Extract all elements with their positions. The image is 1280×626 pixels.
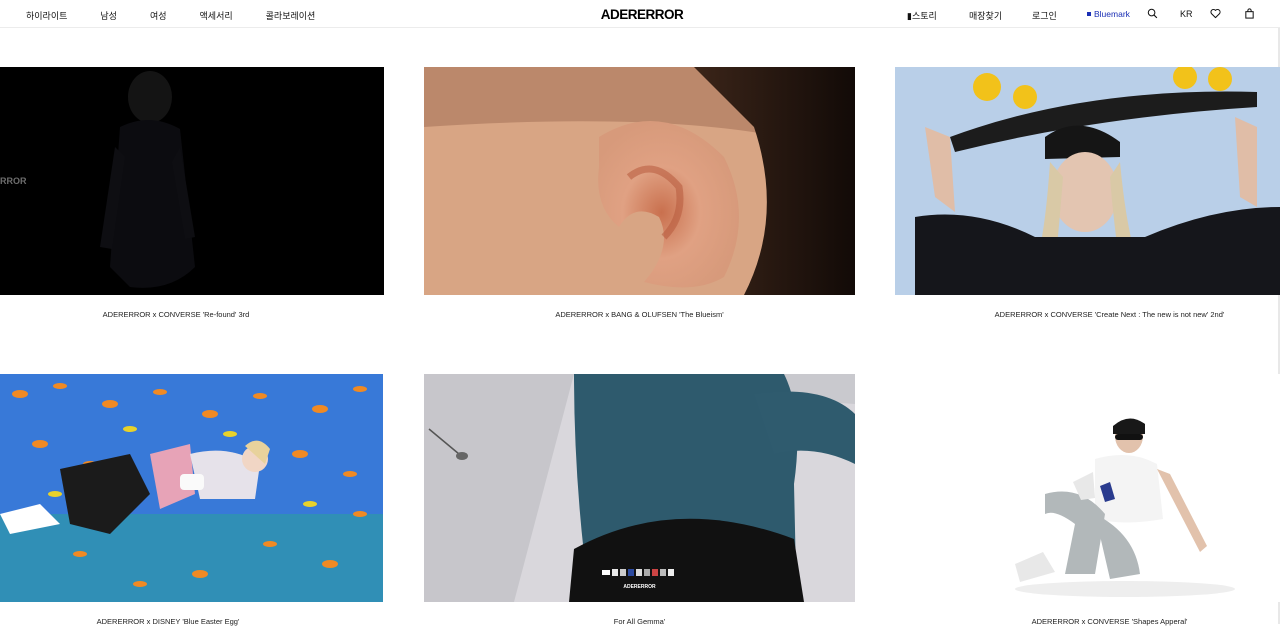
collab-image[interactable] bbox=[895, 67, 1280, 295]
bag-icon[interactable] bbox=[1244, 8, 1255, 19]
collab-card[interactable]: ADERERROR x BANG & OLUFSEN 'The Blueism' bbox=[424, 67, 855, 327]
collab-caption[interactable]: For All Gemma' bbox=[424, 617, 855, 626]
collab-caption[interactable]: ADERERROR x CONVERSE 'Shapes Apperal' bbox=[917, 617, 1280, 626]
collab-image[interactable] bbox=[895, 374, 1280, 602]
collab-image[interactable]: ADERERROR bbox=[424, 374, 855, 602]
utility-nav: ▮스토리 매장찾기 로그인 Bluemark KR bbox=[0, 9, 1280, 23]
collab-card[interactable]: ADERERROR x CONVERSE 'Create Next : The … bbox=[895, 67, 1280, 327]
collab-caption[interactable]: ADERERROR x CONVERSE 'Create Next : The … bbox=[917, 310, 1280, 319]
collab-card[interactable]: ADERERROR x CONVERSE 'Shapes Apperal' bbox=[895, 374, 1280, 626]
bluemark-square-icon bbox=[1087, 12, 1091, 16]
nav-login[interactable]: 로그인 bbox=[1032, 9, 1057, 22]
collab-caption[interactable]: ADERERROR x BANG & OLUFSEN 'The Blueism' bbox=[424, 310, 855, 319]
nav-story[interactable]: ▮스토리 bbox=[907, 9, 937, 22]
collab-caption[interactable]: ADERERROR x CONVERSE 'Re-found' 3rd bbox=[0, 310, 368, 319]
nav-bluemark[interactable]: Bluemark bbox=[1087, 9, 1130, 19]
collab-caption[interactable]: ADERERROR x DISNEY 'Blue Easter Egg' bbox=[0, 617, 360, 626]
site-header: 하이라이트 남성 여성 액세서리 콜라보레이션 ADERERROR ▮스토리 매… bbox=[0, 0, 1280, 28]
collab-card[interactable]: RROR ADERERROR x CONVERSE 'Re-found' 3rd bbox=[0, 67, 384, 327]
language-selector[interactable]: KR bbox=[1180, 9, 1193, 19]
collab-image[interactable] bbox=[424, 67, 855, 295]
collab-image[interactable] bbox=[0, 374, 383, 602]
collab-image[interactable]: RROR bbox=[0, 67, 384, 295]
image-overlay-text: ADERERROR bbox=[623, 584, 656, 590]
collab-card[interactable]: ADERERROR x DISNEY 'Blue Easter Egg' bbox=[0, 374, 384, 626]
bluemark-label: Bluemark bbox=[1094, 9, 1130, 19]
image-overlay-text: RROR bbox=[0, 176, 27, 186]
search-icon[interactable] bbox=[1147, 8, 1158, 19]
nav-store-locator[interactable]: 매장찾기 bbox=[969, 9, 1002, 22]
collab-card[interactable]: ADERERROR For All Gemma' bbox=[424, 374, 855, 626]
heart-icon[interactable] bbox=[1210, 8, 1221, 19]
